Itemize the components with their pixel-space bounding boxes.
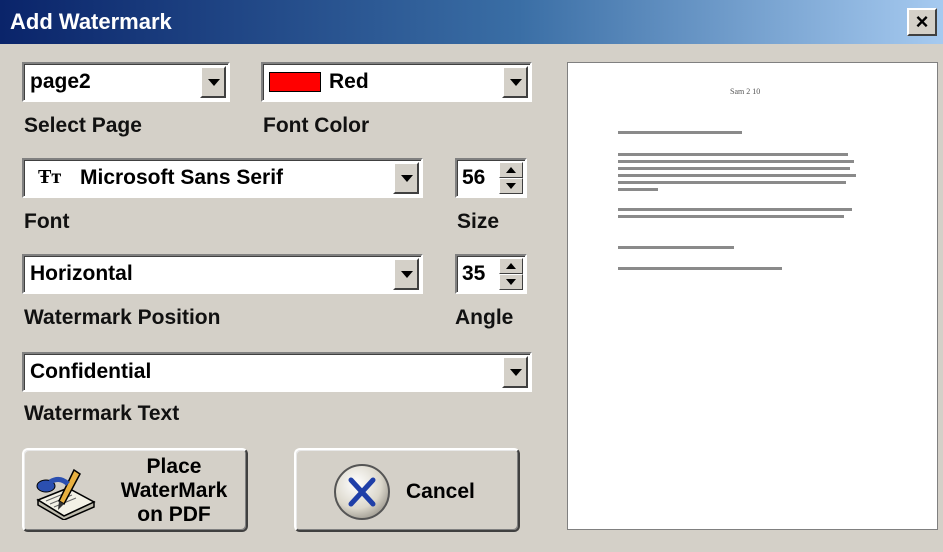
position-value: Horizontal <box>30 262 133 285</box>
size-spin-buttons <box>499 162 523 194</box>
angle-spin-buttons <box>499 258 523 290</box>
decrement-icon[interactable] <box>499 178 523 194</box>
preview-line <box>618 208 852 211</box>
font-value: Microsoft Sans Serif <box>80 166 284 189</box>
preview-line <box>618 215 844 218</box>
color-swatch <box>269 72 321 92</box>
place-label-line3: on PDF <box>137 503 211 526</box>
increment-icon[interactable] <box>499 258 523 274</box>
preview-line <box>618 131 742 134</box>
cancel-button[interactable]: Cancel <box>294 448 520 532</box>
title-bar: Add Watermark × <box>0 0 943 44</box>
position-label: Watermark Position <box>24 306 221 329</box>
size-stepper[interactable]: 56 <box>455 158 527 198</box>
page-select[interactable]: page2 <box>22 62 230 102</box>
watermark-text-label: Watermark Text <box>24 402 180 425</box>
font-select[interactable]: Ŧт Microsoft Sans Serif <box>22 158 423 198</box>
truetype-font-icon: Ŧт <box>38 166 62 188</box>
font-color-value: Red <box>329 70 369 93</box>
preview-line <box>618 181 846 184</box>
chevron-down-icon[interactable] <box>393 258 419 290</box>
watermark-text-select[interactable]: Confidential <box>22 352 532 392</box>
font-label: Font <box>24 210 70 233</box>
window-title: Add Watermark <box>10 9 172 34</box>
cancel-label: Cancel <box>406 480 475 503</box>
size-value: 56 <box>462 166 486 189</box>
place-label-line2: WaterMark <box>120 479 228 502</box>
size-label: Size <box>457 210 500 233</box>
chevron-down-icon[interactable] <box>393 162 419 194</box>
page-select-value: page2 <box>30 70 91 93</box>
increment-icon[interactable] <box>499 162 523 178</box>
select-page-label: Select Page <box>24 114 142 137</box>
preview-line <box>618 188 658 191</box>
watermark-text-value: Confidential <box>30 360 152 383</box>
place-label-line1: Place <box>146 455 202 478</box>
angle-value: 35 <box>462 262 486 285</box>
font-color-select[interactable]: Red <box>261 62 532 102</box>
preview-heading: Sam 2 10 <box>730 87 761 96</box>
font-color-label: Font Color <box>263 114 370 137</box>
x-circle-icon <box>334 464 390 520</box>
chevron-down-icon[interactable] <box>502 356 528 388</box>
preview-line <box>618 153 848 156</box>
decrement-icon[interactable] <box>499 274 523 290</box>
pdf-preview: Sam 2 10 <box>567 62 938 530</box>
close-button[interactable]: × <box>907 8 937 36</box>
preview-line <box>618 167 850 170</box>
close-icon: × <box>915 9 929 34</box>
preview-line <box>618 174 856 177</box>
pen-writing-icon <box>36 468 96 520</box>
angle-stepper[interactable]: 35 <box>455 254 527 294</box>
angle-label: Angle <box>455 306 514 329</box>
preview-line <box>618 160 854 163</box>
preview-line <box>618 267 782 270</box>
position-select[interactable]: Horizontal <box>22 254 423 294</box>
chevron-down-icon[interactable] <box>200 66 226 98</box>
chevron-down-icon[interactable] <box>502 66 528 98</box>
preview-line <box>618 246 734 249</box>
place-watermark-button[interactable]: Place WaterMark on PDF <box>22 448 248 532</box>
